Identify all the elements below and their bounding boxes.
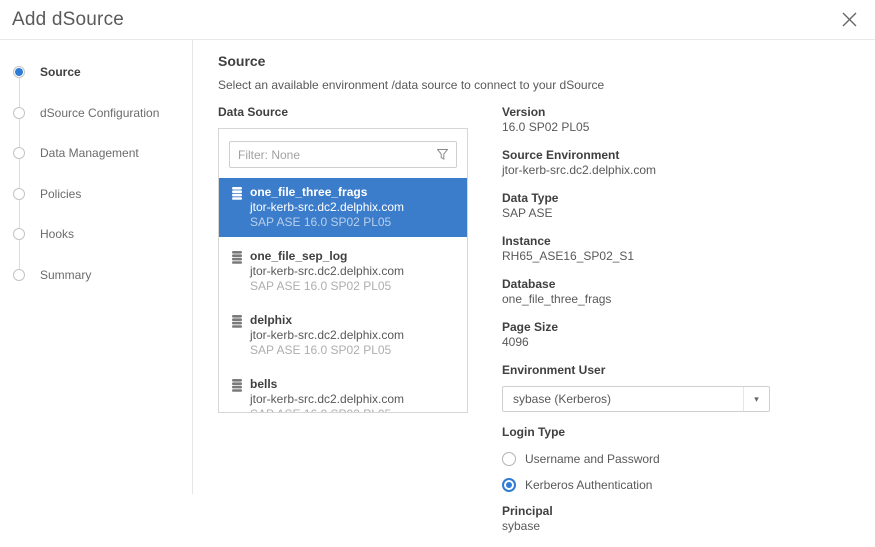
detail-label: Source Environment xyxy=(502,148,852,163)
database-icon xyxy=(232,379,242,392)
section-heading: Source xyxy=(218,53,875,69)
list-item-one-file-sep-log[interactable]: one_file_sep_log jtor-kerb-src.dc2.delph… xyxy=(219,242,467,301)
add-dsource-dialog: Add dSource Source dSource Configuration… xyxy=(0,0,875,494)
source-name: one_file_three_frags xyxy=(250,185,404,200)
dialog-header: Add dSource xyxy=(0,0,875,40)
step-label: Policies xyxy=(40,187,81,201)
environment-user-field: Environment User sybase (Kerberos) ▾ xyxy=(502,363,852,412)
step-dot-icon xyxy=(13,107,25,119)
source-host: jtor-kerb-src.dc2.delphix.com xyxy=(250,392,404,407)
detail-data-type: Data Type SAP ASE xyxy=(502,191,852,221)
radio-kerberos-authentication[interactable]: Kerberos Authentication xyxy=(502,478,852,492)
source-host: jtor-kerb-src.dc2.delphix.com xyxy=(250,264,404,279)
detail-value: 4096 xyxy=(502,335,852,350)
detail-label: Version xyxy=(502,105,852,120)
step-dot-icon xyxy=(13,269,25,281)
step-dot-icon xyxy=(13,147,25,159)
detail-value: jtor-kerb-src.dc2.delphix.com xyxy=(502,163,852,178)
detail-page-size: Page Size 4096 xyxy=(502,320,852,350)
login-type-label: Login Type xyxy=(502,425,852,440)
close-icon xyxy=(841,11,858,28)
environment-user-label: Environment User xyxy=(502,363,852,378)
step-label: Source xyxy=(40,65,81,79)
main-content: Source Select an available environment /… xyxy=(193,40,875,494)
source-details-column: Version 16.0 SP02 PL05 Source Environmen… xyxy=(502,105,852,547)
database-icon xyxy=(232,251,242,264)
step-label: dSource Configuration xyxy=(40,106,159,120)
radio-username-password[interactable]: Username and Password xyxy=(502,452,852,466)
step-data-management[interactable]: Data Management xyxy=(0,133,192,174)
step-dsource-configuration[interactable]: dSource Configuration xyxy=(0,93,192,134)
radio-label: Kerberos Authentication xyxy=(525,478,652,492)
radio-checked-icon xyxy=(502,478,516,492)
section-subtitle: Select an available environment /data so… xyxy=(218,78,875,92)
principal-label: Principal xyxy=(502,504,852,519)
radio-unchecked-icon xyxy=(502,452,516,466)
data-source-column: Data Source xyxy=(218,105,468,547)
source-name: delphix xyxy=(250,313,404,328)
wizard-stepper: Source dSource Configuration Data Manage… xyxy=(0,40,193,494)
list-item-bells[interactable]: bells jtor-kerb-src.dc2.delphix.com SAP … xyxy=(219,370,467,413)
source-version: SAP ASE 16.0 SP02 PL05 xyxy=(250,343,404,358)
data-source-label: Data Source xyxy=(218,105,468,120)
step-label: Summary xyxy=(40,268,91,282)
source-name: one_file_sep_log xyxy=(250,249,404,264)
list-item-one-file-three-frags[interactable]: one_file_three_frags jtor-kerb-src.dc2.d… xyxy=(219,178,467,237)
source-version: SAP ASE 16.0 SP02 PL05 xyxy=(250,215,404,230)
filter-funnel-icon xyxy=(437,149,448,160)
step-policies[interactable]: Policies xyxy=(0,174,192,215)
source-version: SAP ASE 16.0 SP02 PL05 xyxy=(250,279,404,294)
source-version: SAP ASE 16.0 SP02 PL05 xyxy=(250,407,404,413)
principal-value: sybase xyxy=(502,519,852,534)
step-dot-icon xyxy=(13,188,25,200)
step-label: Hooks xyxy=(40,227,74,241)
step-dot-icon xyxy=(13,228,25,240)
environment-user-select[interactable]: sybase (Kerberos) ▾ xyxy=(502,386,770,412)
database-icon xyxy=(232,315,242,328)
database-icon xyxy=(232,187,242,200)
step-source[interactable]: Source xyxy=(0,52,192,93)
environment-user-value: sybase (Kerberos) xyxy=(503,392,743,406)
page-title: Add dSource xyxy=(12,9,124,31)
detail-version: Version 16.0 SP02 PL05 xyxy=(502,105,852,135)
detail-database: Database one_file_three_frags xyxy=(502,277,852,307)
detail-label: Page Size xyxy=(502,320,852,335)
detail-instance: Instance RH65_ASE16_SP02_S1 xyxy=(502,234,852,264)
principal-field: Principal sybase xyxy=(502,504,852,534)
close-button[interactable] xyxy=(839,9,859,29)
detail-source-environment: Source Environment jtor-kerb-src.dc2.del… xyxy=(502,148,852,178)
detail-label: Instance xyxy=(502,234,852,249)
source-name: bells xyxy=(250,377,404,392)
filter-box xyxy=(229,141,457,168)
detail-label: Database xyxy=(502,277,852,292)
detail-value: 16.0 SP02 PL05 xyxy=(502,120,852,135)
data-source-panel: one_file_three_frags jtor-kerb-src.dc2.d… xyxy=(218,128,468,413)
detail-label: Data Type xyxy=(502,191,852,206)
detail-value: RH65_ASE16_SP02_S1 xyxy=(502,249,852,264)
filter-input[interactable] xyxy=(230,148,437,162)
step-summary[interactable]: Summary xyxy=(0,255,192,296)
detail-value: SAP ASE xyxy=(502,206,852,221)
source-host: jtor-kerb-src.dc2.delphix.com xyxy=(250,328,404,343)
step-active-dot-icon xyxy=(13,66,25,78)
step-label: Data Management xyxy=(40,146,139,160)
data-source-list: one_file_three_frags jtor-kerb-src.dc2.d… xyxy=(219,178,467,413)
source-host: jtor-kerb-src.dc2.delphix.com xyxy=(250,200,404,215)
chevron-down-icon: ▾ xyxy=(743,387,769,411)
detail-value: one_file_three_frags xyxy=(502,292,852,307)
step-hooks[interactable]: Hooks xyxy=(0,214,192,255)
radio-label: Username and Password xyxy=(525,452,660,466)
list-item-delphix[interactable]: delphix jtor-kerb-src.dc2.delphix.com SA… xyxy=(219,306,467,365)
